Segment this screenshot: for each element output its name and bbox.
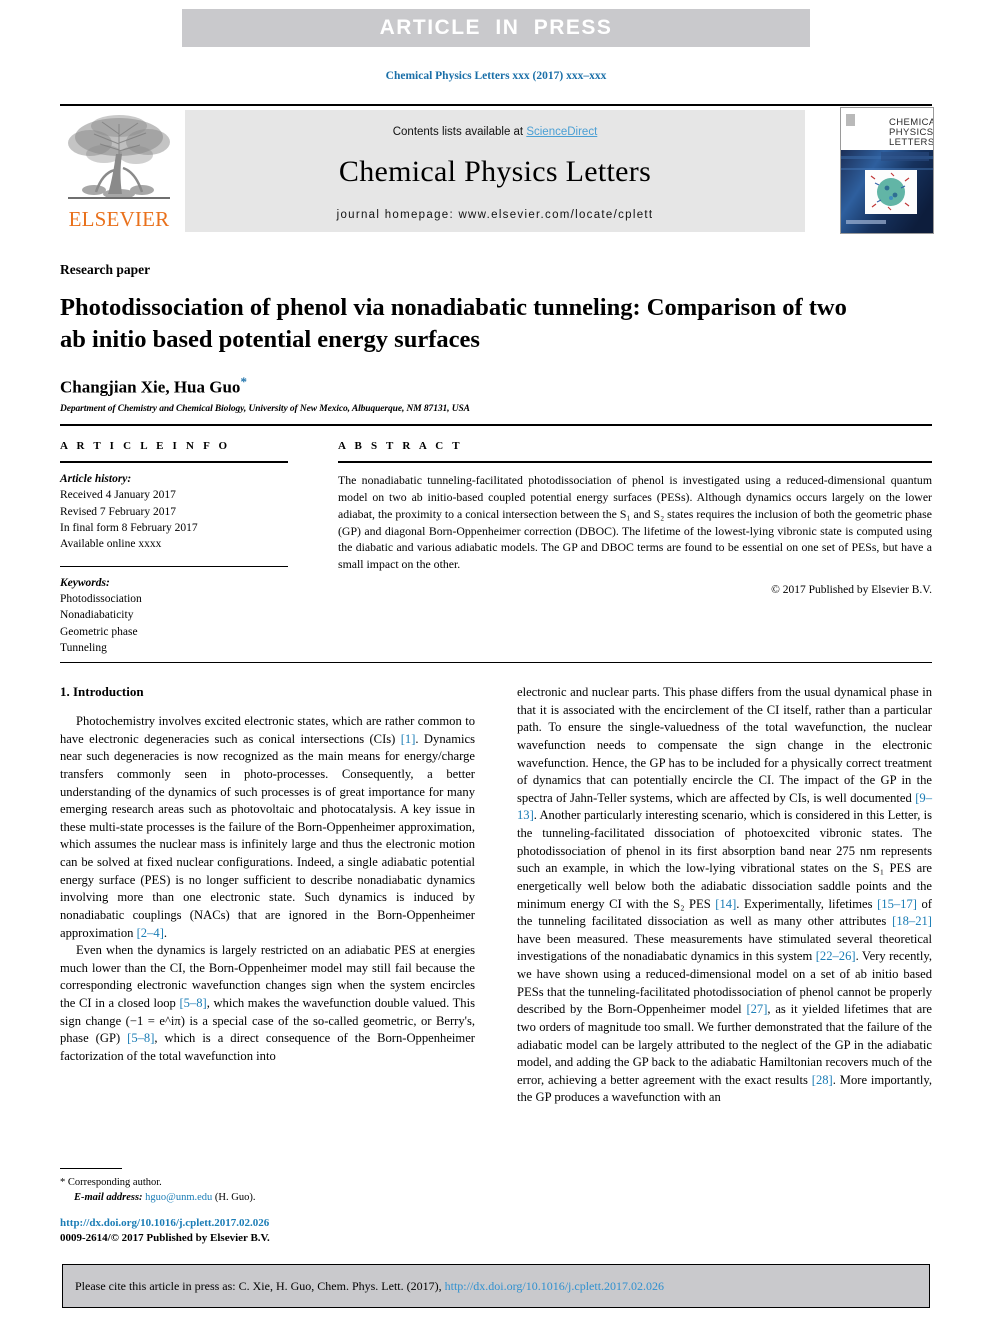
info-section-rule (60, 424, 932, 426)
running-head: Chemical Physics Letters xxx (2017) xxx–… (385, 70, 607, 82)
keyword-item: Tunneling (60, 641, 107, 654)
cite-this-article-box: Please cite this article in press as: C.… (62, 1264, 930, 1308)
keyword-item: Nonadiabaticity (60, 609, 134, 622)
author-names: Changjian Xie, Hua Guo (60, 377, 241, 397)
abstract-heading: A B S T R A C T (338, 440, 463, 452)
article-in-press-banner: ARTICLE IN PRESS (182, 9, 810, 47)
citation-reference[interactable]: [14] (715, 897, 736, 911)
body-paragraph: Even when the dynamics is largely restri… (60, 943, 475, 1063)
sciencedirect-link[interactable]: ScienceDirect (526, 126, 597, 138)
paper-type-label: Research paper (60, 262, 151, 277)
footnote-star: * (60, 1177, 66, 1188)
journal-cover-thumbnail[interactable]: CHEMICAL PHYSICS LETTERS (840, 107, 934, 234)
citation-reference[interactable]: [5–8] (127, 1031, 154, 1045)
corresponding-author-marker[interactable]: * (240, 374, 247, 389)
journal-cover-image: CHEMICAL PHYSICS LETTERS (841, 108, 933, 233)
elsevier-logo: ELSEVIER (60, 110, 178, 232)
keywords-title: Keywords: (60, 576, 110, 589)
body-paragraph: Photochemistry involves excited electron… (60, 714, 475, 940)
masthead-top-rule (60, 104, 932, 106)
publication-info: http://dx.doi.org/10.1016/j.cplett.2017.… (60, 1216, 475, 1246)
citation-reference[interactable]: [1] (401, 732, 416, 746)
history-item: Available online xxxx (60, 538, 162, 551)
article-info-heading-rule (60, 461, 288, 463)
doi-link[interactable]: http://dx.doi.org/10.1016/j.cplett.2017.… (60, 1217, 269, 1229)
journal-homepage-line[interactable]: journal homepage: www.elsevier.com/locat… (337, 209, 654, 221)
affiliation: Department of Chemistry and Chemical Bio… (60, 404, 470, 415)
article-info-divider (60, 565, 288, 567)
body-paragraph: electronic and nuclear parts. This phase… (517, 685, 933, 1105)
citation-reference[interactable]: [5–8] (179, 996, 206, 1010)
citation-reference[interactable]: [15–17] (877, 897, 917, 911)
elsevier-wordmark: ELSEVIER (68, 207, 170, 231)
issn-copyright-line: 0009-2614/© 2017 Published by Elsevier B… (60, 1232, 270, 1245)
footnote-rule (60, 1168, 122, 1169)
abstract-copyright: © 2017 Published by Elsevier B.V. (771, 584, 932, 597)
citation-reference[interactable]: [28] (812, 1073, 833, 1087)
citation-reference[interactable]: [2–4] (137, 926, 164, 940)
page-title: Photodissociation of phenol via nonadiab… (60, 294, 847, 353)
history-item: In final form 8 February 2017 (60, 521, 198, 534)
email-owner: (H. Guo). (214, 1192, 256, 1204)
journal-band: Contents lists available at ScienceDirec… (185, 110, 805, 232)
abstract-column: A B S T R A C T The nonadiabatic tunneli… (338, 440, 932, 596)
body-column-left: 1. Introduction Photochemistry involves … (60, 684, 475, 1066)
citation-reference[interactable]: [27] (746, 1002, 767, 1016)
journal-title: Chemical Physics Letters (338, 154, 652, 188)
email-address-label: E-mail address: (74, 1192, 143, 1204)
contents-available-line: Contents lists available at ScienceDirec… (393, 126, 598, 138)
footnote-block: * Corresponding author. E-mail address: … (60, 1168, 475, 1205)
keywords-group: Keywords: Photodissociation Nonadiabatic… (60, 575, 288, 657)
keyword-item: Photodissociation (60, 592, 142, 605)
cite-this-article-text: Please cite this article in press as: C.… (63, 1279, 664, 1294)
section-heading-introduction: 1. Introduction (60, 684, 144, 699)
body-top-rule (60, 662, 932, 663)
article-info-column: A R T I C L E I N F O Article history: R… (60, 440, 288, 656)
author-list: Changjian Xie, Hua Guo* (60, 374, 932, 398)
citation-reference[interactable]: [9–13] (517, 791, 932, 823)
article-history-title: Article history: (60, 473, 132, 485)
corresponding-author-note: * Corresponding author. (60, 1175, 475, 1190)
abstract-heading-rule (338, 461, 932, 463)
journal-masthead: ELSEVIER Contents lists available at Sci… (60, 104, 934, 234)
citation-reference[interactable]: [18–21] (892, 914, 932, 928)
abstract-text: The nonadiabatic tunneling-facilitated p… (338, 473, 932, 572)
citation-reference[interactable]: [22–26] (816, 949, 856, 963)
article-in-press-label: ARTICLE IN PRESS (379, 16, 613, 39)
history-item: Revised 7 February 2017 (60, 505, 176, 518)
svg-text:LETTERS: LETTERS (889, 137, 933, 148)
contents-prefix: Contents lists available at (392, 125, 527, 138)
email-note: E-mail address: hguo@unm.edu (H. Guo). (60, 1190, 475, 1205)
cite-doi-link[interactable]: http://dx.doi.org/10.1016/j.cplett.2017.… (445, 1279, 664, 1293)
article-history-group: Article history: Received 4 January 2017… (60, 471, 288, 553)
article-info-heading: A R T I C L E I N F O (60, 440, 231, 452)
body-column-right: electronic and nuclear parts. This phase… (517, 684, 932, 1107)
history-item: Received 4 January 2017 (60, 489, 176, 502)
elsevier-tree-icon (68, 115, 170, 199)
keyword-item: Geometric phase (60, 625, 138, 638)
corresponding-author-text: Corresponding author. (67, 1177, 162, 1188)
title-block: Research paper Photodissociation of phen… (60, 262, 932, 414)
email-link[interactable]: hguo@unm.edu (145, 1192, 212, 1203)
cite-prefix: Please cite this article in press as: C.… (75, 1278, 445, 1293)
